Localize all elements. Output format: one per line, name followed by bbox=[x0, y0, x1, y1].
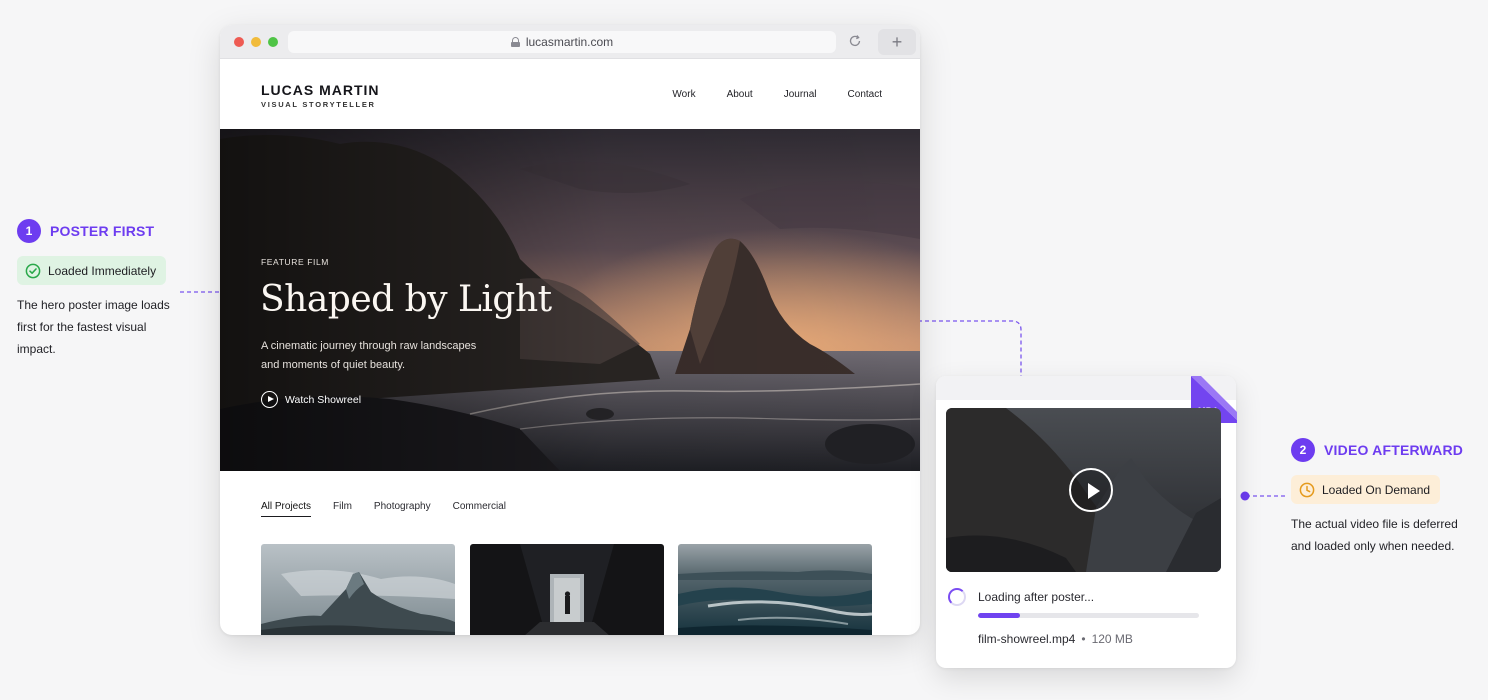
project-filters: All Projects Film Photography Commercial bbox=[261, 501, 506, 517]
hero-description-line: A cinematic journey through raw landscap… bbox=[261, 340, 477, 352]
hero-title: Shaped by Light bbox=[260, 279, 552, 320]
file-info: film-showreel.mp4 • 120 MB bbox=[978, 632, 1133, 646]
play-circle-icon bbox=[261, 391, 278, 408]
video-preview[interactable] bbox=[946, 408, 1221, 572]
watch-showreel-button[interactable]: Watch Showreel bbox=[261, 391, 361, 408]
minimize-window-button[interactable] bbox=[251, 37, 261, 47]
project-thumbnail-mountain[interactable] bbox=[261, 544, 455, 635]
poster-first-description: The hero poster image loads first for th… bbox=[17, 298, 170, 356]
loaded-immediately-label: Loaded Immediately bbox=[48, 263, 157, 278]
hero-eyebrow: FEATURE FILM bbox=[261, 257, 329, 267]
main-nav: Work About Journal Contact bbox=[672, 89, 882, 100]
hero-description: A cinematic journey through raw landscap… bbox=[261, 337, 521, 375]
file-info-separator: • bbox=[1081, 632, 1086, 646]
maximize-window-button[interactable] bbox=[268, 37, 278, 47]
nav-journal[interactable]: Journal bbox=[784, 89, 817, 100]
file-name: film-showreel.mp4 bbox=[978, 632, 1076, 646]
nav-work[interactable]: Work bbox=[672, 89, 695, 100]
hero-section: FEATURE FILM Shaped by Light A cinematic… bbox=[220, 129, 920, 471]
loaded-on-demand-label: Loaded On Demand bbox=[1322, 482, 1431, 497]
video-file-card: MP4 Loading after poster... film-showree… bbox=[936, 376, 1237, 668]
step-number-1: 1 bbox=[17, 219, 41, 243]
clock-icon bbox=[1299, 482, 1315, 497]
video-play-button[interactable] bbox=[1069, 468, 1113, 512]
address-bar[interactable]: lucasmartin.com bbox=[288, 31, 836, 53]
reload-icon[interactable] bbox=[848, 34, 862, 48]
browser-toolbar: lucasmartin.com + bbox=[220, 25, 920, 59]
lock-icon bbox=[510, 37, 520, 47]
step-number-2: 2 bbox=[1291, 438, 1315, 462]
filter-commercial[interactable]: Commercial bbox=[453, 501, 506, 517]
project-thumbnail-ocean[interactable] bbox=[678, 544, 872, 635]
file-size: 120 MB bbox=[1091, 632, 1133, 646]
video-afterward-description: The actual video file is deferred and lo… bbox=[1291, 517, 1458, 553]
loaded-immediately-badge: Loaded Immediately bbox=[17, 256, 167, 285]
hero-description-line: and moments of quiet beauty. bbox=[261, 359, 406, 371]
new-tab-button[interactable]: + bbox=[878, 29, 916, 55]
loading-status: Loading after poster... bbox=[978, 590, 1095, 604]
nav-contact[interactable]: Contact bbox=[848, 89, 882, 100]
browser-window: lucasmartin.com + LUCAS MARTIN VISUAL ST… bbox=[220, 25, 920, 635]
close-window-button[interactable] bbox=[234, 37, 244, 47]
poster-first-title: POSTER FIRST bbox=[50, 223, 155, 239]
loading-progress-fill bbox=[978, 613, 1020, 618]
logo-tagline: VISUAL STORYTELLER bbox=[261, 100, 376, 109]
loading-progress-bar bbox=[978, 613, 1199, 618]
site-header: LUCAS MARTIN VISUAL STORYTELLER Work Abo… bbox=[220, 59, 920, 129]
filter-all-projects[interactable]: All Projects bbox=[261, 501, 312, 517]
check-circle-icon bbox=[25, 263, 41, 278]
filter-film[interactable]: Film bbox=[333, 501, 352, 517]
filter-photography[interactable]: Photography bbox=[374, 501, 431, 517]
loaded-on-demand-badge: Loaded On Demand bbox=[1291, 475, 1441, 504]
logo-name[interactable]: LUCAS MARTIN bbox=[261, 82, 380, 98]
project-thumbnail-doorway[interactable] bbox=[470, 544, 664, 635]
watch-showreel-label: Watch Showreel bbox=[285, 393, 362, 406]
video-afterward-title: VIDEO AFTERWARD bbox=[1324, 442, 1464, 458]
address-url: lucasmartin.com bbox=[525, 35, 614, 49]
loading-spinner-icon bbox=[948, 588, 966, 606]
nav-about[interactable]: About bbox=[727, 89, 753, 100]
